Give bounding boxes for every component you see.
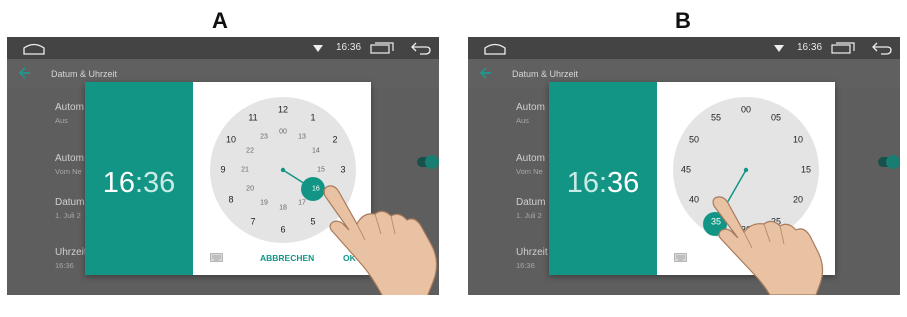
app-bar-title: Datum & Uhrzeit	[51, 69, 118, 79]
wifi-icon	[774, 45, 784, 52]
hour-inner-16[interactable]: 16	[312, 186, 320, 193]
settings-item-title: Datum	[55, 197, 85, 208]
hour-inner-23[interactable]: 23	[260, 134, 268, 141]
home-icon[interactable]	[23, 42, 45, 55]
wifi-icon	[313, 45, 323, 52]
hour-outer-8[interactable]: 8	[229, 195, 234, 205]
selected-minutes[interactable]: 36	[143, 167, 175, 199]
settings-item-subtitle: 1. Juli 2	[55, 211, 81, 220]
device-screen-b: 16:36 Datum & Uhrzeit Autom Aus Autom Vo…	[468, 37, 900, 295]
back-arrow-icon[interactable]	[480, 67, 492, 79]
hour-inner-21[interactable]: 21	[241, 167, 249, 174]
settings-item-title: Autom	[55, 102, 84, 113]
selected-time: 16:36	[102, 167, 176, 199]
minute-45[interactable]: 45	[681, 165, 691, 175]
settings-item-title: Autom	[516, 153, 545, 164]
hour-inner-17[interactable]: 17	[298, 199, 306, 206]
device-screen-a: 16:36 Datum & Uhrzeit Autom Aus Autom Vo…	[7, 37, 439, 295]
selected-minutes[interactable]: 36	[607, 167, 639, 199]
settings-item-subtitle: 1. Juli 2	[516, 211, 542, 220]
hour-outer-12[interactable]: 12	[278, 105, 288, 115]
settings-item-subtitle: 16:36	[516, 261, 535, 270]
hand-pointer-icon	[712, 196, 824, 295]
hour-outer-7[interactable]: 7	[250, 217, 255, 226]
hour-inner-22[interactable]: 22	[246, 148, 254, 155]
settings-item-auto-time[interactable]: Autom Aus	[516, 102, 545, 125]
minute-40[interactable]: 40	[689, 195, 699, 205]
settings-item-auto-zone[interactable]: Autom Vom Ne	[55, 153, 84, 176]
selected-hours[interactable]: 16	[103, 167, 135, 199]
hour-outer-10[interactable]: 10	[226, 135, 236, 145]
hour-inner-19[interactable]: 19	[260, 199, 268, 206]
settings-item-title: Uhrzeit	[55, 247, 87, 258]
hour-outer-9[interactable]: 9	[220, 165, 225, 175]
keyboard-icon[interactable]	[674, 253, 687, 262]
status-bar: 16:36	[7, 37, 439, 59]
hand-pointer-icon	[323, 185, 438, 295]
app-bar-title: Datum & Uhrzeit	[512, 69, 579, 79]
recents-icon[interactable]	[831, 42, 855, 54]
hour-outer-5[interactable]: 5	[310, 217, 315, 226]
hour-outer-1[interactable]: 1	[310, 113, 315, 123]
settings-item-date[interactable]: Datum 1. Juli 2	[516, 197, 545, 220]
hour-inner-20[interactable]: 20	[246, 186, 254, 193]
hour-outer-11[interactable]: 11	[248, 113, 257, 123]
minute-55[interactable]: 55	[711, 113, 721, 123]
settings-item-subtitle: Aus	[55, 116, 68, 125]
hour-inner-14[interactable]: 14	[312, 148, 320, 155]
auto-zone-toggle[interactable]	[878, 155, 900, 169]
settings-item-subtitle: Aus	[516, 116, 529, 125]
minute-50[interactable]: 50	[689, 135, 699, 145]
hour-inner-15[interactable]: 15	[317, 167, 325, 174]
back-arrow-icon[interactable]	[19, 67, 31, 79]
cancel-button[interactable]: ABBRECHEN	[260, 253, 314, 263]
status-time: 16:36	[797, 42, 823, 53]
minute-10[interactable]: 10	[793, 135, 803, 145]
hour-inner-18[interactable]: 18	[279, 205, 287, 212]
minute-00[interactable]: 00	[741, 105, 751, 115]
home-icon[interactable]	[484, 42, 506, 55]
status-time: 16:36	[336, 42, 362, 53]
settings-item-title: Datum	[516, 197, 546, 208]
settings-item-time[interactable]: Uhrzeit 16:36	[516, 247, 548, 270]
minute-15[interactable]: 15	[801, 165, 811, 175]
settings-item-title: Autom	[516, 102, 545, 113]
minute-05[interactable]: 05	[771, 113, 781, 123]
auto-zone-toggle[interactable]	[417, 155, 439, 169]
settings-item-title: Autom	[55, 153, 84, 164]
hour-inner-13[interactable]: 13	[298, 134, 306, 141]
settings-item-title: Uhrzeit	[516, 247, 548, 258]
settings-item-auto-time[interactable]: Autom Aus	[55, 102, 84, 125]
hour-outer-2[interactable]: 2	[332, 135, 337, 145]
panel-label-a: A	[212, 8, 228, 33]
time-picker-header: 16:36	[549, 82, 657, 275]
selected-time: 16:36	[566, 167, 640, 199]
settings-item-subtitle: Vom Ne	[516, 167, 543, 176]
settings-item-date[interactable]: Datum 1. Juli 2	[55, 197, 84, 220]
settings-item-time[interactable]: Uhrzeit 16:36	[55, 247, 87, 270]
status-bar: 16:36	[468, 37, 900, 59]
keyboard-icon[interactable]	[210, 253, 223, 262]
time-picker-header: 16:36	[85, 82, 193, 275]
settings-item-auto-zone[interactable]: Autom Vom Ne	[516, 153, 545, 176]
back-icon[interactable]	[410, 41, 432, 55]
hour-outer-3[interactable]: 3	[340, 165, 345, 175]
hour-inner-00[interactable]: 00	[279, 129, 287, 136]
selected-hours[interactable]: 16	[567, 167, 599, 199]
back-icon[interactable]	[871, 41, 893, 55]
settings-item-subtitle: 16:36	[55, 261, 74, 270]
recents-icon[interactable]	[370, 42, 394, 54]
settings-item-subtitle: Vom Ne	[55, 167, 82, 176]
panel-label-b: B	[675, 8, 691, 33]
hour-outer-6[interactable]: 6	[280, 225, 285, 235]
